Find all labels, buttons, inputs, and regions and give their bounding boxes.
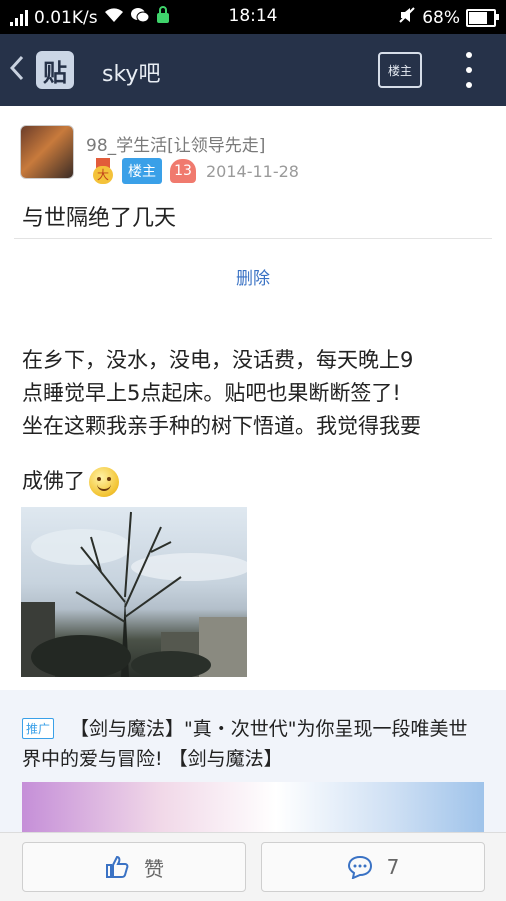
body-line: 在乡下，没水，没电，没话费，每天晚上9 xyxy=(22,348,414,372)
ad-banner-image[interactable] xyxy=(22,782,484,836)
battery-fill xyxy=(469,11,487,24)
battery-icon xyxy=(466,8,499,27)
post-photo[interactable] xyxy=(21,507,247,677)
body-line: 点睡觉早上5点起床。贴吧也果断断签了! xyxy=(22,381,401,405)
reply-button[interactable]: 7 xyxy=(261,842,485,892)
vertical-dots-icon xyxy=(466,52,472,58)
ad-text[interactable]: 【剑与魔法】"真・次世代"为你呈现一段唯美世界中的爱与冒险! 【剑与魔法】 xyxy=(22,714,484,774)
comment-bubble-icon xyxy=(347,855,373,879)
post-body: 在乡下，没水，没电，没话费，每天晚上9 点睡觉早上5点起床。贴吧也果断断签了! … xyxy=(22,344,487,498)
author-name[interactable]: 98_学生活[让领导先走] xyxy=(86,131,265,156)
reply-count: 7 xyxy=(386,855,400,879)
status-bar: 0.01K/s 18:14 68% xyxy=(0,0,506,34)
avatar[interactable] xyxy=(20,125,74,179)
battery-percent: 68% xyxy=(422,7,460,28)
bottom-action-bar: 赞 7 xyxy=(0,832,506,901)
top-nav-bar: 贴 sky吧 楼主 xyxy=(0,34,506,106)
only-owner-button[interactable]: 楼主 xyxy=(378,52,422,88)
owner-badge: 楼主 xyxy=(122,158,162,184)
mute-icon xyxy=(398,6,416,29)
body-last-line: 成佛了 xyxy=(22,465,487,498)
delete-link[interactable]: 删除 xyxy=(0,264,506,289)
page-title[interactable]: sky吧 xyxy=(102,56,160,88)
tree-photo-image xyxy=(21,511,247,677)
body-line: 坐在这颗我亲手种的树下悟道。我觉得我要 xyxy=(22,414,421,438)
body-line: 成佛了 xyxy=(22,469,85,493)
like-label: 赞 xyxy=(144,856,164,881)
chevron-left-icon xyxy=(9,55,24,81)
post-title: 与世隔绝了几天 xyxy=(22,206,177,231)
divider xyxy=(14,238,492,239)
post-date: 2014-11-28 xyxy=(206,161,299,181)
tieba-logo[interactable]: 贴 xyxy=(36,51,74,89)
back-button[interactable] xyxy=(9,54,24,89)
medal-icon: 大 xyxy=(92,158,114,184)
level-badge: 13 xyxy=(170,159,196,183)
thumbs-up-icon xyxy=(104,855,130,879)
like-button[interactable]: 赞 xyxy=(22,842,246,892)
promo-tag: 推广 xyxy=(22,718,55,739)
author-badges: 大 楼主 13 2014-11-28 xyxy=(92,158,299,184)
promoted-post[interactable]: 【剑与魔法】"真・次世代"为你呈现一段唯美世界中的爱与冒险! 【剑与魔法】 推广 xyxy=(0,690,506,836)
more-options-button[interactable] xyxy=(462,52,476,88)
medal-text: 大 xyxy=(93,166,113,184)
smiley-emoji-icon xyxy=(89,467,119,497)
